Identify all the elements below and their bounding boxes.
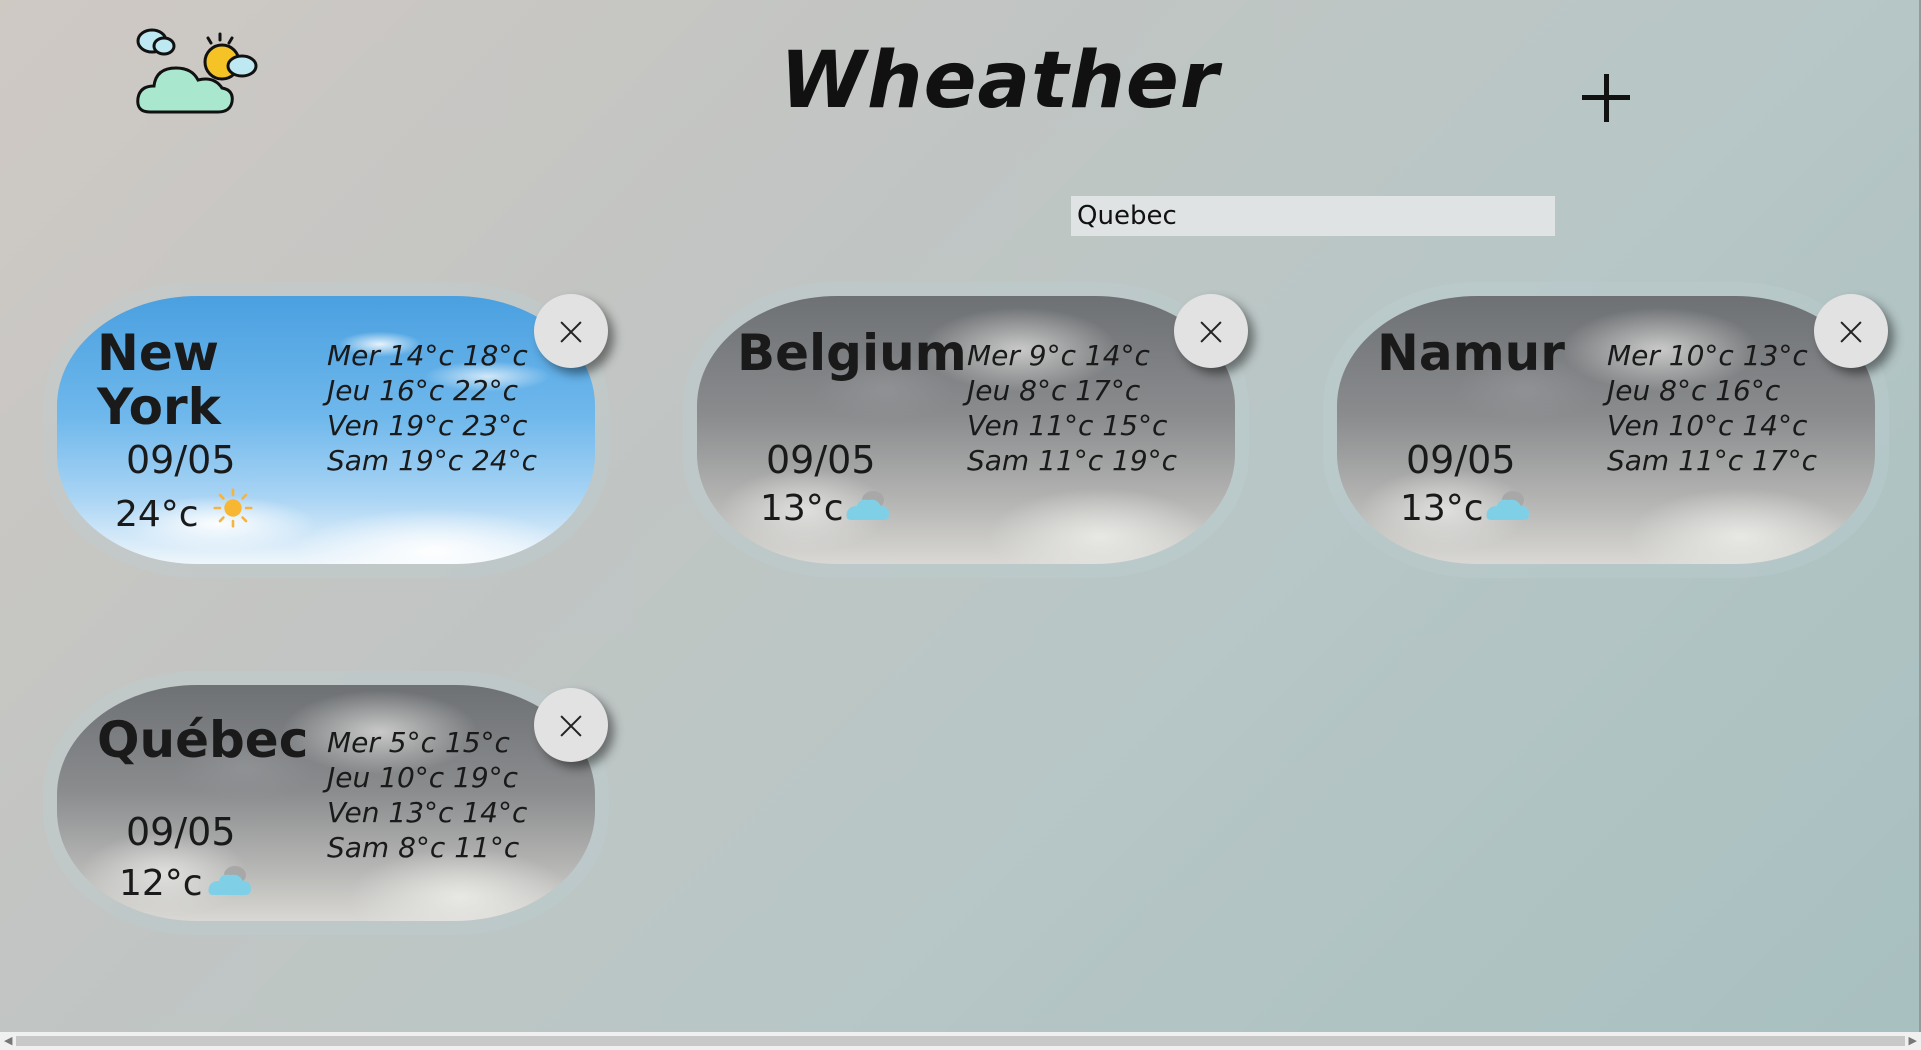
scrollbar-thumb[interactable]	[16, 1036, 1905, 1046]
forecast-item: Mer 5°c 15°c	[327, 726, 510, 759]
card-date: 09/05	[126, 810, 236, 854]
remove-card-button[interactable]	[534, 294, 608, 368]
forecast-item: Jeu 10°c 19°c	[327, 761, 519, 794]
forecast-item: Ven 19°c 23°c	[327, 409, 528, 442]
card-date: 09/05	[126, 438, 236, 482]
forecast-item: Mer 10°c 13°c	[1607, 339, 1808, 372]
current-temperature: 24°c	[115, 494, 199, 535]
card-date: 09/05	[766, 438, 876, 482]
forecast-item: Mer 14°c 18°c	[327, 339, 528, 372]
forecast-item: Sam 11°c 19°c	[967, 444, 1178, 477]
scroll-left-arrow-icon[interactable]: ◀	[4, 1034, 12, 1047]
scroll-right-arrow-icon[interactable]: ▶	[1909, 1034, 1917, 1047]
forecast-list: Mer 10°c 13°c Jeu 8°c 16°c Ven 10°c 14°c…	[1607, 338, 1817, 478]
city-name: New York	[97, 324, 221, 436]
forecast-item: Jeu 16°c 22°c	[327, 374, 519, 407]
weather-card-new-york: New York 09/05 24°c Mer 14°c 18°c Jeu 16…	[57, 294, 608, 564]
weather-card-namur: Namur 09/05 13°c Mer 10°c 13°c Jeu 8°c 1…	[1337, 294, 1888, 564]
forecast-item: Jeu 8°c 17°c	[967, 374, 1141, 407]
app-title: Wheather	[780, 36, 1220, 126]
cloud-icon	[208, 866, 251, 895]
forecast-list: Mer 5°c 15°c Jeu 10°c 19°c Ven 13°c 14°c…	[327, 725, 527, 865]
forecast-item: Ven 11°c 15°c	[967, 409, 1168, 442]
remove-card-button[interactable]	[1174, 294, 1248, 368]
forecast-item: Sam 19°c 24°c	[327, 444, 538, 477]
city-name: Québec	[97, 711, 309, 769]
forecast-item: Sam 11°c 17°c	[1607, 444, 1818, 477]
current-temperature: 13°c	[1400, 488, 1484, 529]
forecast-list: Mer 14°c 18°c Jeu 16°c 22°c Ven 19°c 23°…	[327, 338, 537, 478]
city-search-input[interactable]	[1071, 196, 1555, 236]
card-date: 09/05	[1406, 438, 1516, 482]
cloud-icon	[1486, 491, 1529, 520]
sun-behind-cloud-icon	[136, 28, 258, 114]
cloud-icon	[846, 491, 889, 520]
add-city-button[interactable]	[1578, 70, 1634, 126]
current-temperature: 12°c	[119, 863, 203, 904]
forecast-list: Mer 9°c 14°c Jeu 8°c 17°c Ven 11°c 15°c …	[967, 338, 1177, 478]
forecast-item: Sam 8°c 11°c	[327, 831, 520, 864]
forecast-item: Ven 13°c 14°c	[327, 796, 528, 829]
remove-card-button[interactable]	[534, 688, 608, 762]
city-name: Namur	[1377, 324, 1565, 382]
weather-card-belgium: Belgium 09/05 13°c Mer 9°c 14°c Jeu 8°c …	[697, 294, 1248, 564]
forecast-item: Mer 9°c 14°c	[967, 339, 1150, 372]
remove-card-button[interactable]	[1814, 294, 1888, 368]
horizontal-scrollbar[interactable]: ◀ ▶	[0, 1032, 1921, 1050]
current-temperature: 13°c	[760, 488, 844, 529]
city-name: Belgium	[737, 324, 967, 382]
weather-card-quebec: Québec 09/05 12°c Mer 5°c 15°c Jeu 10°c …	[57, 685, 608, 921]
forecast-item: Jeu 8°c 16°c	[1607, 374, 1781, 407]
sun-icon	[213, 488, 253, 528]
forecast-item: Ven 10°c 14°c	[1607, 409, 1808, 442]
